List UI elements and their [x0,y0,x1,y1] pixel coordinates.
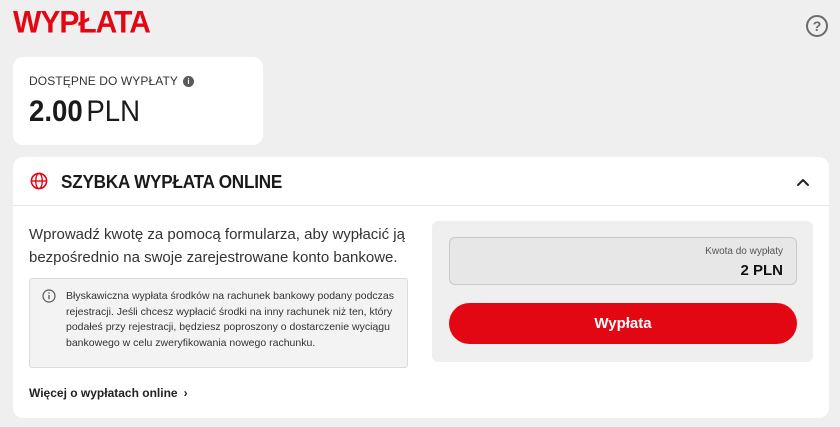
info-circle-icon [42,289,56,303]
globe-icon [30,172,48,190]
more-info-label: Więcej o wypłatach online [29,386,178,400]
balance-label: DOSTĘPNE DO WYPŁATY [29,74,179,88]
notice-text: Błyskawiczna wypłata środków na rachunek… [66,290,395,349]
panel-header[interactable]: SZYBKA WYPŁATA ONLINE [13,157,829,206]
balance-card: DOSTĘPNE DO WYPŁATY i 2.00 PLN [13,57,263,145]
page-title: WYPŁATA [13,5,151,40]
amount-value: 2 PLN [740,262,783,279]
withdrawal-form: Kwota do wypłaty 2 PLN Wypłata [432,221,813,362]
withdraw-button[interactable]: Wypłata [449,303,797,344]
info-icon[interactable]: i [183,75,195,87]
chevron-right-icon: › [183,386,188,400]
amount-label: Kwota do wypłaty [705,246,783,257]
balance-amount: 2.00 [29,95,83,128]
more-info-link[interactable]: Więcej o wypłatach online › [29,386,188,400]
balance-label-row: DOSTĘPNE DO WYPŁATY i [29,74,195,88]
balance-value: 2.00 PLN [29,95,140,129]
withdrawal-description: Wprowadź kwotę za pomocą formularza, aby… [29,226,405,266]
help-button[interactable]: ? [806,15,828,37]
amount-input[interactable]: Kwota do wypłaty 2 PLN [449,237,797,285]
balance-currency: PLN [86,95,141,128]
panel-title: SZYBKA WYPŁATA ONLINE [61,172,283,192]
online-withdrawal-panel: SZYBKA WYPŁATA ONLINE Wprowadź kwotę za … [13,157,829,418]
notice-box: Błyskawiczna wypłata środków na rachunek… [29,278,408,368]
chevron-up-icon[interactable] [795,174,811,190]
